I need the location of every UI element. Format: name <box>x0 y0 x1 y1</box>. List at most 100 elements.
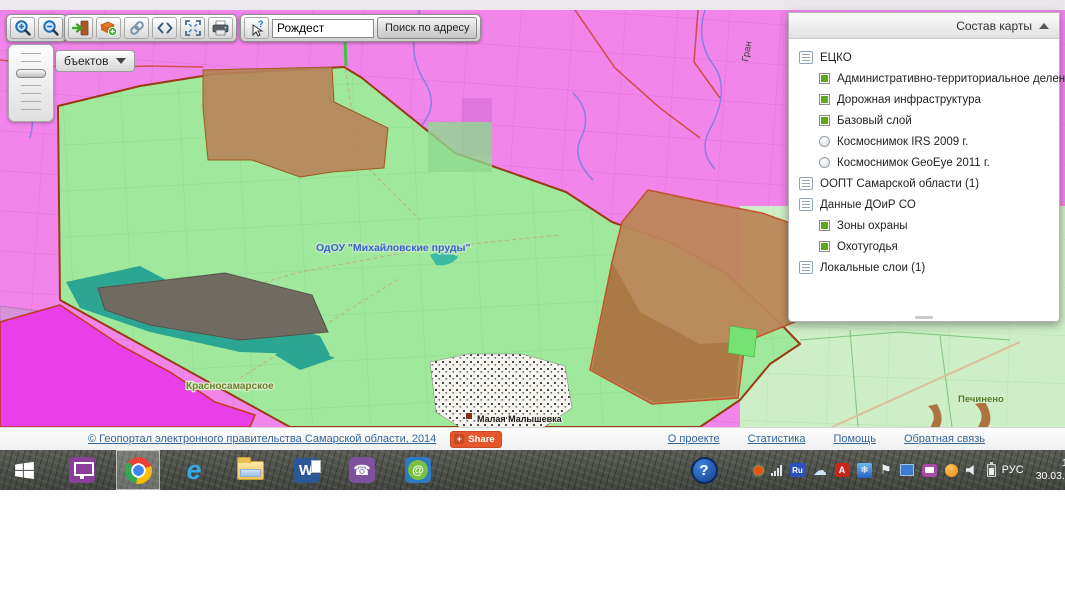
map-label-krasnosamarskoe: Красносамарское <box>186 381 274 392</box>
layer-group-oopt[interactable]: ООПТ Самарской области (1) <box>789 173 1059 194</box>
layer-label: Данные ДОиР СО <box>820 199 916 211</box>
chrome-icon <box>125 457 152 484</box>
layer-label: ООПТ Самарской области (1) <box>820 178 979 190</box>
share-label: Share <box>468 434 494 445</box>
start-button[interactable] <box>2 450 46 490</box>
footer-link-statistics[interactable]: Статистика <box>748 433 806 445</box>
print-button[interactable] <box>208 17 233 39</box>
zoom-slider-handle[interactable] <box>16 69 46 78</box>
network-signal-icon[interactable] <box>771 465 782 476</box>
map-label-malaya-malyshevka: Малая Малышевка <box>477 414 563 424</box>
layer-protection-zones[interactable]: Зоны охраны <box>789 215 1059 236</box>
taskbar-app-viber[interactable]: ☎ <box>340 450 384 490</box>
map-label-pechineno: Печинено <box>958 394 1004 405</box>
plus-icon: + <box>454 434 464 444</box>
java-update-icon[interactable] <box>945 464 958 477</box>
taskbar-app-help[interactable]: ? <box>682 450 726 490</box>
footer-link-feedback[interactable]: Обратная связь <box>904 433 985 445</box>
layer-label: Зоны охраны <box>837 220 908 232</box>
desktop-screen: ОдОУ "Михайловские пруды" Красносамарско… <box>0 0 1065 599</box>
toolbar-zoom-group <box>6 14 67 42</box>
word-icon: W <box>294 458 319 483</box>
map-region-bright-green <box>728 326 757 357</box>
system-tray: Ru ☁ A ❄ ⚑ <box>754 462 996 479</box>
chevron-down-icon <box>116 58 126 64</box>
layer-irs-2009[interactable]: Космоснимок IRS 2009 г. <box>789 131 1059 152</box>
radio-unchecked-icon[interactable] <box>819 157 830 168</box>
layer-admin-division[interactable]: Административно-территориальное деление <box>789 68 1059 89</box>
taskbar-app-chrome[interactable] <box>116 450 160 490</box>
layer-group-icon <box>799 51 813 64</box>
fullscreen-button[interactable] <box>180 17 205 39</box>
zoom-out-icon <box>42 19 60 37</box>
battery-icon[interactable] <box>987 464 996 477</box>
taskbar-app-file-explorer[interactable] <box>228 450 272 490</box>
layer-label: ЕЦКО <box>820 52 852 64</box>
share-button[interactable]: + Share <box>450 431 501 448</box>
layer-label: Дорожная инфраструктура <box>837 94 981 106</box>
map-label-protected-area: ОдОУ "Михайловские пруды" <box>316 242 471 254</box>
at-sign-icon: @ <box>408 460 428 480</box>
address-search-button[interactable]: Поиск по адресу <box>377 17 477 39</box>
layer-group-etsko[interactable]: ЕЦКО <box>789 47 1059 68</box>
taskbar-app-screen-share[interactable] <box>60 450 104 490</box>
layer-label: Космоснимок IRS 2009 г. <box>837 136 968 148</box>
checkbox-checked-icon[interactable] <box>819 73 830 84</box>
checkbox-checked-icon[interactable] <box>819 94 830 105</box>
file-explorer-icon <box>237 461 264 480</box>
toolbar-search-group: ? Поиск по адресу <box>240 14 481 42</box>
panel-resize-handle[interactable] <box>915 316 933 319</box>
footer-link-help[interactable]: Помощь <box>833 433 876 445</box>
zoom-out-button[interactable] <box>38 17 63 39</box>
chevron-up-icon <box>1039 23 1049 29</box>
layer-group-local[interactable]: Локальные слои (1) <box>789 257 1059 278</box>
taskbar-clock[interactable]: 18:24 30.03.2015 <box>1036 457 1065 483</box>
cloud-icon[interactable]: ☁ <box>813 462 827 479</box>
recording-icon[interactable] <box>754 466 763 475</box>
add-layer-button[interactable] <box>96 17 121 39</box>
zoom-in-button[interactable] <box>10 17 35 39</box>
identify-button[interactable]: ? <box>244 17 269 39</box>
messenger-icon[interactable] <box>922 464 937 477</box>
code-button[interactable] <box>152 17 177 39</box>
layer-group-doir[interactable]: Данные ДОиР СО <box>789 194 1059 215</box>
taskbar-app-word[interactable]: W <box>284 450 328 490</box>
radio-unchecked-icon[interactable] <box>819 136 830 147</box>
add-layer-icon <box>99 19 118 37</box>
layer-hunting-grounds[interactable]: Охотугодья <box>789 236 1059 257</box>
taskbar-app-internet-explorer[interactable]: e <box>172 450 216 490</box>
address-search-input[interactable] <box>272 19 374 38</box>
identify-cursor-icon: ? <box>248 19 266 37</box>
copyright-link[interactable]: © Геопортал электронного правительства С… <box>88 433 436 445</box>
exit-button[interactable] <box>68 17 93 39</box>
clock-time: 18:24 <box>1036 457 1065 470</box>
layer-geoeye-2011[interactable]: Космоснимок GeoEye 2011 г. <box>789 152 1059 173</box>
layer-road-infrastructure[interactable]: Дорожная инфраструктура <box>789 89 1059 110</box>
checkbox-checked-icon[interactable] <box>819 241 830 252</box>
layer-base-layer[interactable]: Базовый слой <box>789 110 1059 131</box>
internet-explorer-icon: e <box>186 457 201 484</box>
zoom-slider[interactable] <box>8 44 54 122</box>
objects-dropdown[interactable]: бъектов <box>55 50 135 72</box>
checkbox-checked-icon[interactable] <box>819 115 830 126</box>
code-icon <box>156 19 174 37</box>
taskbar-app-mailru-agent[interactable]: @ <box>396 450 440 490</box>
action-center-flag-icon[interactable]: ⚑ <box>880 462 892 478</box>
snowflake-icon[interactable]: ❄ <box>857 463 872 478</box>
layers-panel-header[interactable]: Состав карты <box>789 13 1059 39</box>
footer-link-about[interactable]: О проекте <box>668 433 720 445</box>
punto-switcher-icon[interactable]: Ru <box>790 463 805 477</box>
adobe-reader-icon[interactable]: A <box>835 463 849 477</box>
help-question-icon: ? <box>691 457 718 484</box>
link-button[interactable] <box>124 17 149 39</box>
footer-links: О проекте Статистика Помощь Обратная свя… <box>668 433 985 445</box>
checkbox-checked-icon[interactable] <box>819 220 830 231</box>
volume-icon[interactable] <box>966 464 979 476</box>
layer-label: Базовый слой <box>837 115 912 127</box>
network-pc-icon[interactable] <box>900 464 914 476</box>
mailru-agent-icon: @ <box>405 457 431 483</box>
language-indicator[interactable]: РУС <box>1002 464 1024 476</box>
print-icon <box>211 19 230 37</box>
screen-share-icon <box>69 457 95 483</box>
layer-group-icon <box>799 198 813 211</box>
